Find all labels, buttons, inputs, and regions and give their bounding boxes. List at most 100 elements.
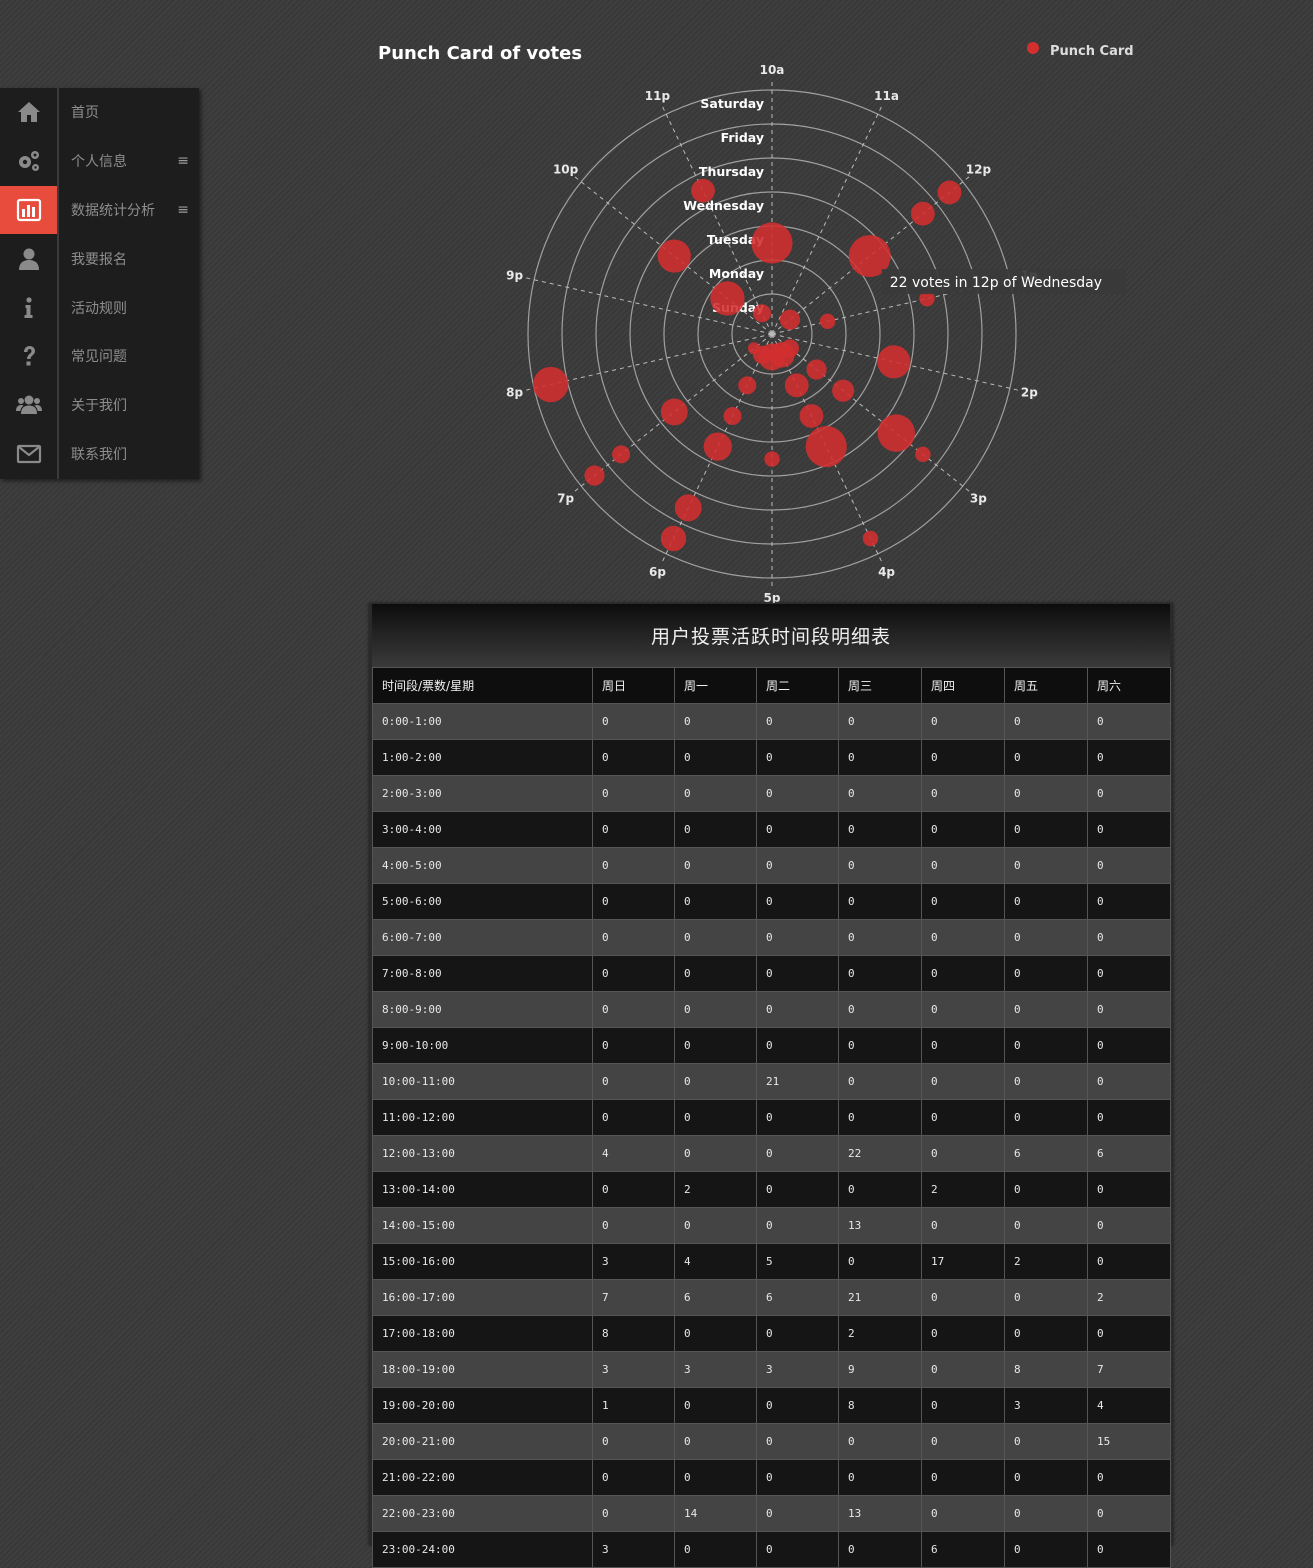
legend-marker[interactable] xyxy=(1027,42,1039,54)
sidebar-item-3[interactable]: 我要报名 xyxy=(0,234,199,283)
punch-point[interactable] xyxy=(764,451,780,467)
punch-point[interactable] xyxy=(751,222,793,264)
vote-count-cell: 4 xyxy=(592,1135,675,1172)
vote-count-cell: 0 xyxy=(921,1279,1005,1316)
punch-point[interactable] xyxy=(723,406,742,426)
table-row: 6:00-7:00 0 0 0 0 0 0 0 xyxy=(372,919,1171,956)
punch-point[interactable] xyxy=(533,366,569,403)
sidebar-item-2[interactable]: 数据统计分析 ≡ xyxy=(0,185,199,235)
vote-count-cell: 0 xyxy=(592,1495,675,1532)
vote-count-cell: 0 xyxy=(1087,991,1171,1028)
vote-count-cell: 0 xyxy=(838,919,922,956)
hour-spoke xyxy=(771,106,882,335)
time-slot-cell: 22:00-23:00 xyxy=(372,1495,593,1532)
vote-count-cell: 7 xyxy=(592,1279,675,1316)
vote-count-cell: 0 xyxy=(1087,1207,1171,1244)
tooltip-text: 22 votes in 12p of Wednesday xyxy=(890,275,1102,291)
votes-table-panel: 用户投票活跃时间段明细表 时间段/票数/星期 周日 周一 周二 周三 周四 周五 周六 0:0… xyxy=(369,603,1173,1568)
sidebar-item-1[interactable]: 个人信息 ≡ xyxy=(0,137,199,186)
punch-point[interactable] xyxy=(784,373,809,398)
column-header: 周日 xyxy=(592,667,675,704)
punch-point[interactable] xyxy=(660,525,687,552)
hour-label: 10a xyxy=(760,63,785,77)
home-icon xyxy=(0,88,57,137)
vote-count-cell: 0 xyxy=(592,1099,675,1136)
punch-point[interactable] xyxy=(674,494,702,522)
vote-count-cell: 0 xyxy=(756,739,839,776)
vote-count-cell: 0 xyxy=(674,1135,757,1172)
vote-count-cell: 0 xyxy=(756,1531,839,1568)
punch-point[interactable] xyxy=(738,376,757,395)
vote-count-cell: 8 xyxy=(1004,1351,1088,1388)
vote-count-cell: 0 xyxy=(674,703,757,740)
table-row: 21:00-22:00 0 0 0 0 0 0 0 xyxy=(372,1459,1171,1496)
sidebar-item-0[interactable]: 首页 xyxy=(0,88,199,137)
punch-point[interactable] xyxy=(832,379,855,402)
vote-count-cell: 0 xyxy=(921,1063,1005,1100)
gears-icon xyxy=(0,137,57,186)
vote-count-cell: 0 xyxy=(921,739,1005,776)
vote-count-cell: 8 xyxy=(838,1387,922,1424)
vote-count-cell: 0 xyxy=(756,1027,839,1064)
vote-count-cell: 2 xyxy=(838,1315,922,1352)
punch-point[interactable] xyxy=(937,180,962,205)
vote-count-cell: 0 xyxy=(592,1459,675,1496)
time-slot-cell: 3:00-4:00 xyxy=(372,811,593,848)
vote-count-cell: 0 xyxy=(756,991,839,1028)
punch-point[interactable] xyxy=(710,281,745,316)
vote-count-cell: 2 xyxy=(674,1171,757,1208)
vote-count-cell: 0 xyxy=(921,1315,1005,1352)
day-label: Saturday xyxy=(700,96,764,111)
sidebar-item-5[interactable]: 常见问题 xyxy=(0,332,199,381)
vote-count-cell: 3 xyxy=(592,1531,675,1568)
menu-toggle-icon[interactable]: ≡ xyxy=(177,153,189,169)
vote-count-cell: 0 xyxy=(921,1027,1005,1064)
punch-point[interactable] xyxy=(877,414,916,452)
punch-point[interactable] xyxy=(877,345,911,379)
vote-count-cell: 7 xyxy=(1087,1351,1171,1388)
vote-count-cell: 0 xyxy=(674,1531,757,1568)
punch-point[interactable] xyxy=(584,465,605,486)
vote-count-cell: 0 xyxy=(838,847,922,884)
legend-label[interactable]: Punch Card xyxy=(1050,44,1134,59)
menu-toggle-icon[interactable]: ≡ xyxy=(177,202,189,218)
punch-point[interactable] xyxy=(747,342,761,355)
punch-point[interactable] xyxy=(806,359,827,380)
vote-count-cell: 0 xyxy=(592,811,675,848)
punch-point[interactable] xyxy=(915,446,931,463)
punch-point[interactable] xyxy=(657,239,691,273)
vote-count-cell: 0 xyxy=(1087,1459,1171,1496)
punch-point[interactable] xyxy=(910,201,935,226)
punch-point[interactable] xyxy=(779,309,801,330)
vote-count-cell: 0 xyxy=(1004,883,1088,920)
punch-point[interactable] xyxy=(805,426,847,468)
sidebar-item-6[interactable]: 关于我们 xyxy=(0,381,199,430)
vote-count-cell: 0 xyxy=(1087,739,1171,776)
vote-count-cell: 0 xyxy=(756,1423,839,1460)
sidebar-item-4[interactable]: 活动规则 xyxy=(0,283,199,332)
vote-count-cell: 0 xyxy=(1087,919,1171,956)
vote-count-cell: 0 xyxy=(838,991,922,1028)
punch-point[interactable] xyxy=(819,313,836,330)
punch-point[interactable] xyxy=(799,404,824,428)
bar-chart-icon xyxy=(0,185,57,235)
vote-count-cell: 0 xyxy=(1004,1315,1088,1352)
vote-count-cell: 5 xyxy=(756,1243,839,1280)
vote-count-cell: 0 xyxy=(1004,739,1088,776)
table-row: 12:00-13:00 4 0 0 22 0 6 6 xyxy=(372,1135,1171,1172)
hour-label: 8p xyxy=(506,386,523,400)
vote-count-cell: 0 xyxy=(592,1171,675,1208)
punch-point[interactable] xyxy=(753,304,772,323)
punch-point[interactable] xyxy=(691,178,715,203)
sidebar-item-7[interactable]: 联系我们 xyxy=(0,430,199,479)
table-header-row: 时间段/票数/星期 周日 周一 周二 周三 周四 周五 周六 xyxy=(372,667,1171,704)
punch-point[interactable] xyxy=(660,398,688,426)
vote-count-cell: 0 xyxy=(592,703,675,740)
time-slot-cell: 13:00-14:00 xyxy=(372,1171,593,1208)
vote-count-cell: 0 xyxy=(921,1135,1005,1172)
hour-label: 7p xyxy=(557,492,574,506)
punch-point[interactable] xyxy=(703,432,732,461)
vote-count-cell: 0 xyxy=(838,1459,922,1496)
punch-point[interactable] xyxy=(862,530,879,547)
punch-point[interactable] xyxy=(612,445,631,464)
